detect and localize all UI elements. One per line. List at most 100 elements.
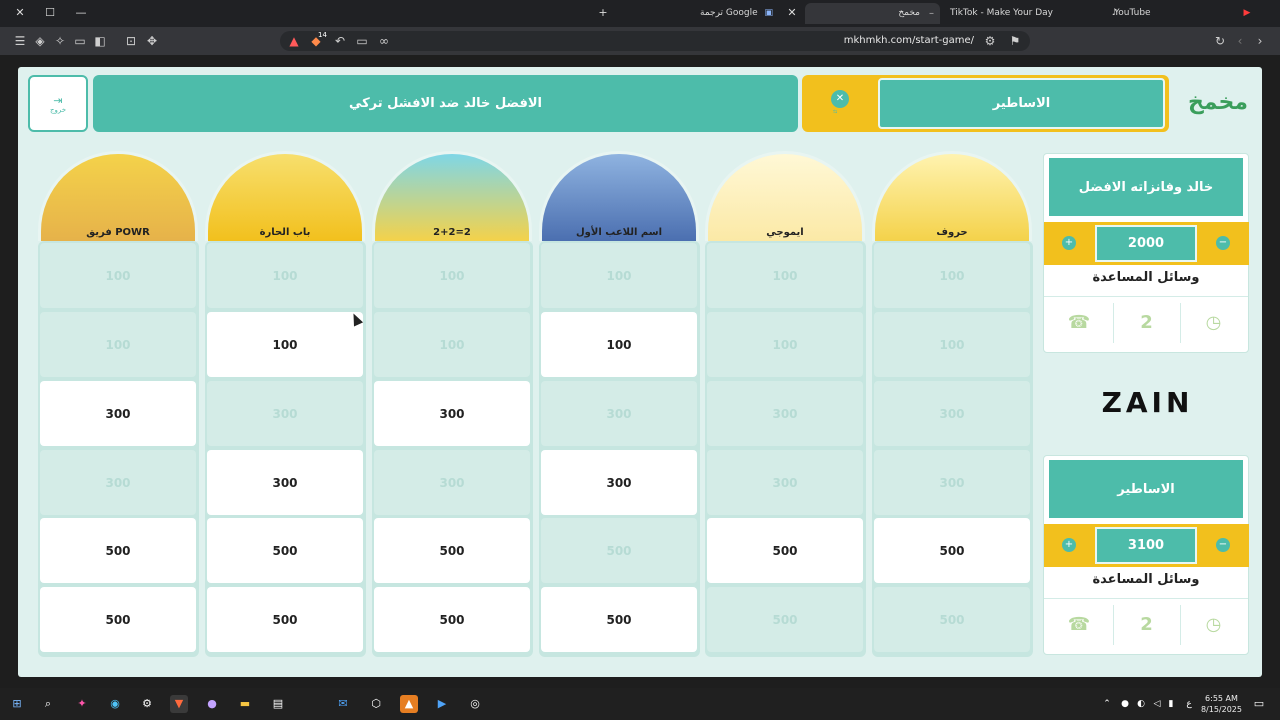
minus-icon[interactable]: − bbox=[1216, 236, 1230, 250]
tab-sync-icon[interactable]: ▭ bbox=[354, 33, 370, 49]
windows-taskbar: ⊞ ⌕ ✦ ◉ ⚙ ▼ ● ▬ ▤ ✉ ⬡ ▲ ▶ ◎ ⌃ ● ◐ ◁ ▮ ع … bbox=[0, 688, 1280, 720]
question-cell[interactable]: 500 bbox=[40, 587, 196, 652]
tab-mkhmkh[interactable]: مخمخ – bbox=[805, 3, 940, 24]
close-tab-icon[interactable]: ✕ bbox=[784, 5, 800, 21]
outlook-icon[interactable]: ✉ bbox=[334, 695, 352, 713]
address-bar[interactable]: ▲ ◆ 14 ↶ ▭ ∞ mkhmkh.com/start-game/ ⚙ bbox=[280, 31, 1030, 51]
language-icon[interactable]: ع bbox=[1180, 695, 1198, 713]
question-cell[interactable]: 500 bbox=[207, 518, 363, 583]
brave-rewards-icon[interactable]: ▲ bbox=[286, 33, 302, 49]
reload-icon[interactable]: ↻ bbox=[1212, 33, 1228, 49]
store-icon[interactable]: ▤ bbox=[269, 695, 287, 713]
search-icon[interactable]: ⌕ bbox=[39, 695, 57, 713]
brave-icon[interactable]: ▼ bbox=[170, 695, 188, 713]
steam-icon[interactable]: ⚙ bbox=[138, 695, 156, 713]
minus-icon[interactable]: − bbox=[1216, 538, 1230, 552]
double-points-icon[interactable]: 2 bbox=[1113, 605, 1179, 645]
question-cell[interactable]: 500 bbox=[874, 518, 1030, 583]
call-friend-icon[interactable]: ☎ bbox=[1046, 605, 1112, 645]
question-cell: 500 bbox=[541, 518, 697, 583]
help-tools: ☎ 2 ◷ bbox=[1044, 598, 1248, 650]
question-cell[interactable]: 500 bbox=[40, 518, 196, 583]
sponsor-logo: ZAIN bbox=[1101, 386, 1194, 419]
question-cell[interactable]: 500 bbox=[374, 518, 530, 583]
history-icon[interactable]: ↶ bbox=[332, 33, 348, 49]
question-cell: 100 bbox=[374, 312, 530, 377]
vlc-icon[interactable]: ▲ bbox=[400, 695, 418, 713]
question-cell[interactable]: 100 bbox=[207, 312, 363, 377]
call-friend-icon[interactable]: ☎ bbox=[1046, 303, 1112, 343]
edge-icon[interactable]: ◉ bbox=[106, 695, 124, 713]
question-cell: 300 bbox=[541, 381, 697, 446]
obs-icon[interactable]: ◎ bbox=[466, 695, 484, 713]
minimize-icon[interactable]: — bbox=[73, 5, 89, 21]
turn-toggle-icon[interactable]: ✕ bbox=[831, 90, 849, 108]
question-cell[interactable]: 300 bbox=[207, 450, 363, 515]
tab-tiktok[interactable]: TikTok - Make Your Day ♪ bbox=[950, 3, 1118, 24]
question-cell: 100 bbox=[707, 243, 863, 308]
plus-icon[interactable]: + bbox=[1062, 236, 1076, 250]
help-tools-label: وسائل المساعدة bbox=[1092, 572, 1200, 587]
screenshot-icon[interactable]: ⊡ bbox=[123, 33, 139, 49]
category-name: 2+2=2 bbox=[433, 227, 471, 238]
question-cell: 300 bbox=[207, 381, 363, 446]
current-team-name: الاساطير bbox=[878, 78, 1165, 129]
tab-dropdown-icon[interactable]: – bbox=[929, 3, 934, 24]
shield-icon[interactable]: ◈ bbox=[32, 33, 48, 49]
battery-icon[interactable]: ▮ bbox=[1162, 695, 1180, 713]
question-cell[interactable]: 500 bbox=[707, 518, 863, 583]
question-cell[interactable]: 300 bbox=[541, 450, 697, 515]
puzzle-icon[interactable]: ✥ bbox=[144, 33, 160, 49]
reader-icon[interactable]: ∞ bbox=[376, 33, 392, 49]
maximize-icon[interactable]: ☐ bbox=[42, 5, 58, 21]
category-name: حروف bbox=[936, 227, 968, 238]
browser-toolbar: ☰ ◈ ✧ ▭ ◧ ⊡ ✥ ▲ ◆ 14 ↶ ▭ ∞ mkhmkh.com/st… bbox=[0, 27, 1280, 55]
extensions-icon[interactable]: ✧ bbox=[52, 33, 68, 49]
tab-google-translate[interactable]: ترجمة Google ▣ bbox=[700, 3, 785, 24]
timer-icon[interactable]: ◷ bbox=[1180, 303, 1246, 343]
help-tools: ☎ 2 ◷ bbox=[1044, 296, 1248, 348]
tab-youtube[interactable]: YouTube ▶ bbox=[1114, 3, 1264, 24]
new-tab-icon[interactable]: + bbox=[595, 5, 611, 21]
site-logo[interactable]: مخمخ bbox=[1183, 83, 1253, 123]
question-cell: 100 bbox=[40, 312, 196, 377]
timer-icon[interactable]: ◷ bbox=[1180, 605, 1246, 645]
question-cell: 100 bbox=[874, 243, 1030, 308]
exit-button[interactable]: ⇥ خروج bbox=[28, 75, 88, 132]
match-title: الافضل خالد ضد الافشل تركي bbox=[93, 75, 798, 132]
question-cell[interactable]: 300 bbox=[40, 381, 196, 446]
back-icon[interactable]: ‹ bbox=[1232, 33, 1248, 49]
system-clock[interactable]: 6:55 AM 8/15/2025 bbox=[1201, 693, 1242, 715]
question-cell[interactable]: 100 bbox=[541, 312, 697, 377]
question-cell: 300 bbox=[874, 450, 1030, 515]
discord-icon[interactable]: ● bbox=[203, 695, 221, 713]
sidebar-icon[interactable]: ◧ bbox=[92, 33, 108, 49]
question-cell: 500 bbox=[874, 587, 1030, 652]
copilot-icon[interactable]: ✦ bbox=[73, 695, 91, 713]
bookmark-icon[interactable]: ⚑ bbox=[1007, 33, 1023, 49]
menu-icon[interactable]: ☰ bbox=[12, 33, 28, 49]
app-icon[interactable]: ⬡ bbox=[367, 695, 385, 713]
question-cell[interactable]: 500 bbox=[207, 587, 363, 652]
file-explorer-icon[interactable]: ▬ bbox=[236, 695, 254, 713]
question-cell[interactable]: 300 bbox=[374, 381, 530, 446]
media-icon[interactable]: ▶ bbox=[433, 695, 451, 713]
close-window-icon[interactable]: ✕ bbox=[12, 5, 28, 21]
forward-icon[interactable]: › bbox=[1252, 33, 1268, 49]
category-header: اسم اللاعب الأول bbox=[539, 151, 699, 241]
turn-indicator: ✕ ⇆ الاساطير bbox=[802, 75, 1169, 132]
question-cell: 500 bbox=[707, 587, 863, 652]
start-icon[interactable]: ⊞ bbox=[8, 695, 26, 713]
score-bar: + 3100 − bbox=[1044, 524, 1249, 567]
tray-chevron-icon[interactable]: ⌃ bbox=[1098, 695, 1116, 713]
wallet-icon[interactable]: ▭ bbox=[72, 33, 88, 49]
double-points-icon[interactable]: 2 bbox=[1113, 303, 1179, 343]
help-tools-label: وسائل المساعدة bbox=[1092, 270, 1200, 285]
plus-icon[interactable]: + bbox=[1062, 538, 1076, 552]
question-cell[interactable]: 500 bbox=[374, 587, 530, 652]
url-text[interactable]: mkhmkh.com/start-game/ bbox=[844, 35, 974, 46]
notifications-icon[interactable]: ▭ bbox=[1250, 695, 1268, 713]
question-cell[interactable]: 500 bbox=[541, 587, 697, 652]
category-header: ايموجي bbox=[705, 151, 865, 241]
site-settings-icon[interactable]: ⚙ bbox=[982, 33, 998, 49]
